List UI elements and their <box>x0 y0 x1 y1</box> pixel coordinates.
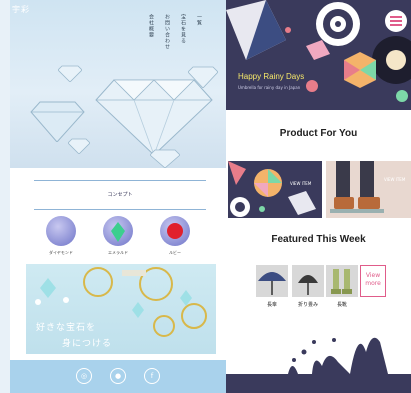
medium-diamond-icon <box>30 101 85 142</box>
nav-item-contact[interactable]: お問い合わせ <box>164 14 171 50</box>
item-label: 長傘 <box>266 302 277 308</box>
instagram-icon[interactable]: ◎ <box>76 368 92 384</box>
folded-umbrella-icon <box>298 275 318 295</box>
rain-splash-footer <box>226 322 411 393</box>
item-label: 長靴 <box>336 302 347 308</box>
jewelry-illustration <box>35 267 207 337</box>
nav-item-gems[interactable]: 宝石を見る <box>180 14 187 44</box>
product-card-umbrellas[interactable]: VIEW ITEM <box>228 161 322 218</box>
long-umbrella-image <box>256 265 288 297</box>
hamburger-menu-button[interactable] <box>385 10 407 32</box>
ruby-gem-button[interactable] <box>160 216 190 246</box>
boots-icon <box>331 269 352 294</box>
product-section-title: Product For You <box>279 128 358 139</box>
featured-item[interactable]: 長靴 <box>326 265 358 308</box>
nav-item-list[interactable]: 一覧 <box>196 14 203 26</box>
boots-thumbnail <box>330 161 384 213</box>
concept-label: コンセプト <box>107 192 133 198</box>
view-item-label: VIEW ITEM <box>290 181 312 186</box>
featured-item[interactable]: 長傘 <box>256 265 288 308</box>
jewelry-headline-2: 身につける <box>62 339 113 349</box>
gem-label: エメラルド <box>108 250 128 255</box>
small-diamond-icon <box>68 138 90 154</box>
nav-item-company[interactable]: 会社概要 <box>148 14 155 38</box>
view-item-label: VIEW ITEM <box>384 177 406 182</box>
item-label: 折り畳み <box>297 302 318 308</box>
emerald-gem-button[interactable] <box>103 216 133 246</box>
featured-section-title: Featured This Week <box>271 234 366 245</box>
umbrella-thumbnail <box>228 161 316 217</box>
umbrella-pattern-illustration <box>226 0 411 102</box>
gem-label: ルビー <box>169 250 181 255</box>
featured-item[interactable]: 折り畳み <box>292 265 324 308</box>
concept-box: コンセプト <box>34 180 206 210</box>
umbrella-site-panel: Happy Rainy Days Umbrella for rainy day … <box>226 0 411 393</box>
gem-label: ダイヤモンド <box>49 250 73 255</box>
jewelry-banner[interactable]: 好きな宝石を 身につける <box>26 264 216 354</box>
folding-umbrella-image <box>292 265 324 297</box>
small-diamond-icon <box>150 149 180 168</box>
line-icon[interactable]: ● <box>110 368 126 384</box>
emerald-icon <box>111 222 125 242</box>
brand-logo[interactable]: 宇彩 <box>12 4 30 15</box>
rain-boots-image <box>326 265 358 297</box>
diamond-gem-button[interactable] <box>46 216 76 246</box>
splash-illustration <box>226 337 411 393</box>
umbrella-icon <box>258 272 286 295</box>
view-more-button[interactable]: View more <box>360 265 386 297</box>
product-card-boots[interactable]: VIEW ITEM <box>326 161 411 218</box>
facebook-icon[interactable]: f <box>144 368 160 384</box>
jewelry-site-panel: 宇彩 一覧 宝石を見る お問い合わせ 会社概要 コンセプト ダイヤモンド エメラ… <box>0 0 226 393</box>
small-diamond-icon <box>188 66 218 88</box>
hero-banner: Happy Rainy Days Umbrella for rainy day … <box>226 0 411 110</box>
hero-diamond-image: 宇彩 一覧 宝石を見る お問い合わせ 会社概要 <box>10 0 226 168</box>
ruby-icon <box>167 223 183 239</box>
small-diamond-icon <box>58 65 82 82</box>
jewelry-headline-1: 好きな宝石を <box>36 323 97 333</box>
social-footer: ◎ ● f <box>10 360 226 393</box>
banner-title: Happy Rainy Days <box>238 72 305 81</box>
banner-subtitle: Umbrella for rainy day in Japan <box>238 85 301 90</box>
